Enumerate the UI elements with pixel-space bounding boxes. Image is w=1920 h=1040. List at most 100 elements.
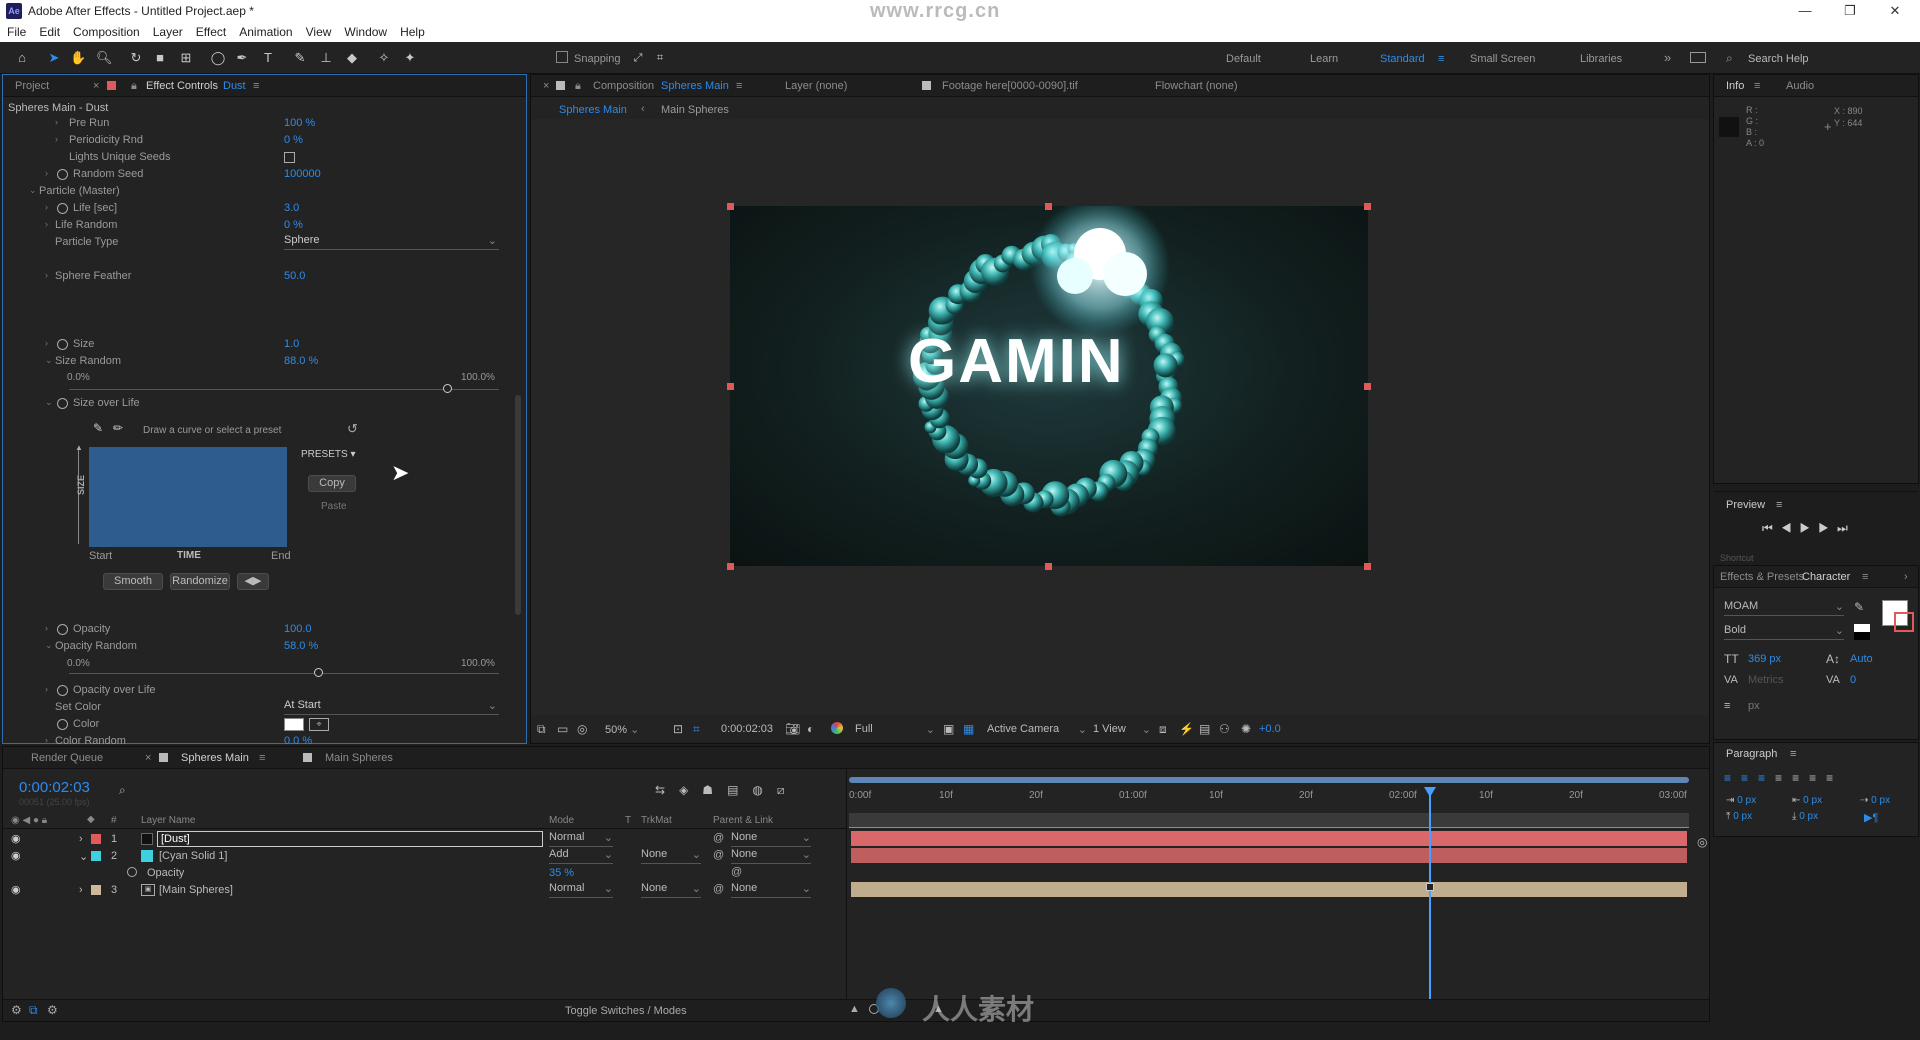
time-ruler[interactable]: 0:00f 10f 20f 01:00f 10f 20f 02:00f 10f 20f 03:00… — [849, 785, 1689, 803]
toggle-switches-modes[interactable]: Toggle Switches / Modes — [565, 1005, 687, 1017]
stopwatch-icon[interactable] — [57, 719, 68, 730]
more-workspaces-icon[interactable]: » — [1664, 50, 1671, 65]
reset-exposure-icon[interactable]: ✺ — [1241, 722, 1251, 736]
tab-spheres-main[interactable]: Spheres Main — [181, 752, 249, 764]
layer-switches-icon[interactable]: ⚙ — [11, 1003, 22, 1017]
graph-editor-icon[interactable]: ⧄ — [777, 783, 799, 797]
current-time-display[interactable]: 0:00:02:03 — [721, 723, 773, 735]
pen-tool-icon[interactable]: ✒ — [234, 50, 250, 66]
brush-tool-icon[interactable]: ✎ — [292, 50, 308, 66]
fit-icon[interactable]: ⊡ — [673, 722, 683, 736]
align-left-icon[interactable]: ≡ — [1724, 771, 1741, 785]
comp-canvas[interactable]: GAMIN — [730, 206, 1368, 566]
menu-effect[interactable]: Effect — [189, 22, 232, 39]
home-icon[interactable]: ⌂ — [14, 50, 30, 66]
reset-icon[interactable]: ↺ — [347, 421, 358, 437]
ellipse-tool-icon[interactable]: ◯ — [210, 50, 226, 66]
more-panels-icon[interactable]: › — [1904, 571, 1908, 583]
layer-row[interactable]: ◉ › 3 ▣ [Main Spheres] Normal ⌄ None ⌄ @ N… — [3, 882, 846, 899]
zoom-dropdown[interactable]: 50% ⌄ — [605, 723, 639, 736]
particle-type-dropdown[interactable]: Sphere ⌄ — [284, 234, 499, 250]
param-group-row[interactable]: ⌄ Size over Life — [3, 395, 523, 412]
pencil-icon[interactable]: ✏ — [113, 421, 123, 435]
space-after-field[interactable]: ⤓ 0 px — [1792, 811, 1818, 822]
parent-dropdown[interactable]: None ⌄ — [731, 848, 811, 864]
layer-row[interactable]: ◉ ⌄ 2 [Cyan Solid 1] Add ⌄ None ⌄ @ None ⌄ — [3, 848, 846, 865]
toggle-pixel-aspect-icon[interactable]: ⧈ — [1159, 722, 1167, 737]
visibility-eye-icon[interactable]: ◉ — [11, 832, 21, 845]
transform-handle[interactable] — [727, 203, 734, 210]
workspace-libraries[interactable]: Libraries — [1580, 53, 1622, 65]
timeline-icon[interactable]: ▤ — [1199, 722, 1210, 736]
tab-project[interactable]: Project — [15, 80, 49, 92]
size-random-slider-knob[interactable] — [443, 384, 453, 393]
tab-character[interactable]: Character — [1802, 571, 1850, 583]
color-swatch[interactable] — [284, 718, 304, 731]
font-size-value[interactable]: 369 px — [1748, 653, 1781, 665]
composition-flowchart-icon[interactable]: ⇆ — [655, 783, 679, 797]
stopwatch-icon[interactable] — [127, 867, 137, 877]
work-area-range[interactable] — [849, 777, 1689, 783]
tab-close-icon[interactable]: × — [543, 80, 549, 92]
pick-whip-icon[interactable]: @ — [731, 866, 742, 878]
zoom-out-icon[interactable]: ▲ — [849, 1003, 860, 1015]
layer-row[interactable]: ◉ › 1 [Dust] Normal ⌄ @ None ⌄ — [3, 831, 846, 848]
randomize-button[interactable]: Randomize — [170, 573, 230, 590]
set-color-dropdown[interactable]: At Start ⌄ — [284, 699, 499, 715]
last-frame-icon[interactable]: ⏭ — [1837, 521, 1856, 535]
param-value[interactable]: 100000 — [284, 168, 321, 180]
mode-header[interactable]: Mode — [549, 815, 574, 826]
camera-dropdown[interactable]: Active Camera ⌄ — [987, 723, 1087, 736]
tab-flowchart[interactable]: Flowchart (none) — [1155, 80, 1238, 92]
clone-stamp-tool-icon[interactable]: ⊥ — [318, 50, 334, 66]
stopwatch-icon[interactable] — [57, 339, 68, 350]
camera-tool-icon[interactable]: ■ — [152, 50, 168, 66]
panel-scrollbar[interactable] — [515, 395, 521, 615]
flowchart-icon[interactable]: ⚇ — [1219, 722, 1230, 736]
justify-last-center-icon[interactable]: ≡ — [1792, 771, 1809, 785]
show-snapshot-icon[interactable]: ◐ — [807, 722, 814, 736]
eyedropper-icon[interactable]: ⌖ — [309, 718, 329, 731]
black-color-swatch[interactable] — [1854, 632, 1870, 640]
param-value[interactable]: 100.0 — [284, 623, 312, 635]
lock-icon[interactable]: 🔒︎ — [131, 80, 137, 93]
breadcrumb-spheres-main[interactable]: Spheres Main — [559, 104, 627, 116]
indent-right-field[interactable]: ⇤ 0 px — [1792, 795, 1822, 806]
leading-value[interactable]: Auto — [1850, 653, 1873, 665]
visibility-eye-icon[interactable]: ◉ — [11, 849, 21, 862]
tab-render-queue[interactable]: Render Queue — [31, 752, 103, 764]
render-time-icon[interactable]: ⚙ — [47, 1003, 58, 1017]
visibility-eye-icon[interactable]: ◉ — [11, 883, 21, 896]
workspace-default[interactable]: Default — [1226, 53, 1261, 65]
space-before-field[interactable]: ⤒ 0 px — [1726, 811, 1752, 822]
first-line-indent-field[interactable]: ⇢ 0 px — [1860, 795, 1890, 806]
align-center-icon[interactable]: ≡ — [1741, 771, 1758, 785]
selection-tool-icon[interactable]: ➤ — [46, 50, 62, 66]
parent-dropdown[interactable]: None ⌄ — [731, 831, 811, 847]
tab-layer[interactable]: Layer (none) — [785, 80, 847, 92]
size-random-slider-track[interactable] — [69, 389, 499, 390]
snap-feature-icon[interactable]: ⤢ — [630, 50, 646, 66]
parent-dropdown[interactable]: None ⌄ — [731, 882, 811, 898]
blend-mode-dropdown[interactable]: Add ⌄ — [549, 848, 613, 864]
transparency-grid-icon[interactable]: ▦ — [963, 722, 974, 736]
property-row[interactable]: Opacity 35 % @ — [3, 865, 846, 882]
snapshot-camera-icon[interactable]: 📷︎ — [785, 722, 800, 736]
playhead-handle-icon[interactable] — [1423, 787, 1436, 797]
transform-handle[interactable] — [1045, 563, 1052, 570]
transform-handle[interactable] — [1045, 203, 1052, 210]
panel-menu-icon[interactable]: ≡ — [1776, 499, 1782, 511]
roto-brush-tool-icon[interactable]: ✧ — [376, 50, 392, 66]
blend-mode-dropdown[interactable]: Normal ⌄ — [549, 882, 613, 898]
view-layout-dropdown[interactable]: 1 View ⌄ — [1093, 723, 1151, 736]
tab-main-spheres[interactable]: Main Spheres — [325, 752, 393, 764]
param-value[interactable]: 50.0 — [284, 270, 305, 282]
tab-audio[interactable]: Audio — [1786, 80, 1814, 92]
frame-blending-icon[interactable]: ▤ — [727, 783, 752, 797]
eyedropper-icon[interactable]: ✎ — [1854, 600, 1864, 614]
pick-whip-icon[interactable]: @ — [713, 883, 724, 895]
layer-name-header[interactable]: Layer Name — [141, 815, 195, 826]
breadcrumb-main-spheres[interactable]: Main Spheres — [661, 104, 729, 116]
first-frame-icon[interactable]: ⏮ — [1762, 521, 1781, 535]
menu-view[interactable]: View — [299, 22, 338, 39]
